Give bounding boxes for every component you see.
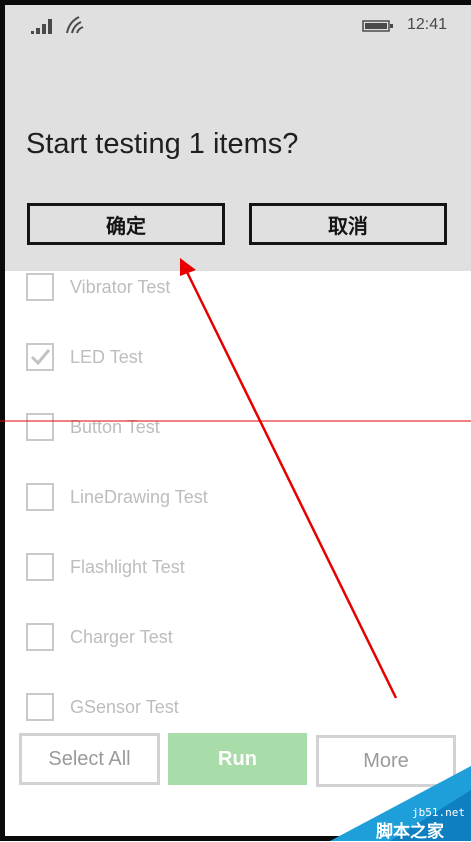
watermark-badge [330,766,471,841]
watermark-brand: 脚本之家 [376,822,444,842]
